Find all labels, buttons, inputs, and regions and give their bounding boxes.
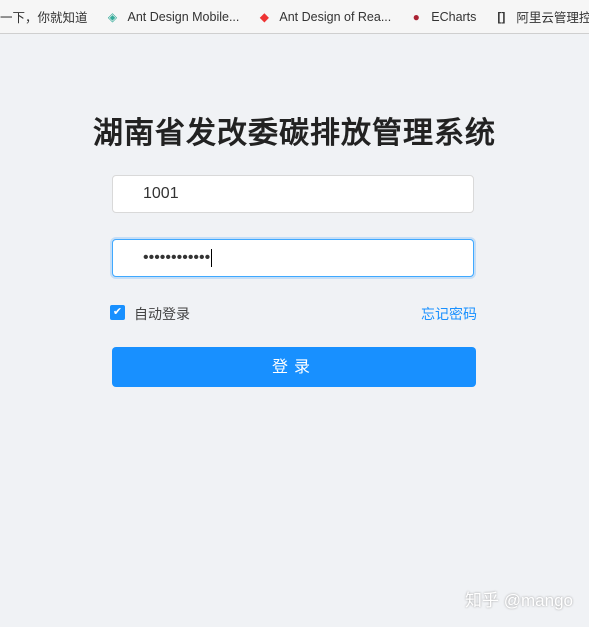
bookmark-baidu[interactable]: 一下，你就知道 xyxy=(0,7,88,26)
forgot-password-link[interactable]: 忘记密码 xyxy=(421,304,477,324)
remember-checkbox[interactable]: ✔ xyxy=(110,305,125,320)
text-caret xyxy=(211,248,213,267)
bookmark-ant-design[interactable]: ◆ Ant Design of Rea... xyxy=(257,9,392,24)
password-value: •••••••••••• xyxy=(143,249,211,266)
bookmark-label: Ant Design of Rea... xyxy=(279,9,392,24)
bookmark-echarts[interactable]: ● ECharts xyxy=(409,9,477,24)
bookmark-aliyun[interactable]: [] 阿里云管理控制 xyxy=(494,7,589,26)
login-button[interactable]: 登录 xyxy=(112,347,476,387)
bookmarks-bar: 一下，你就知道 ◈ Ant Design Mobile... ◆ Ant Desig… xyxy=(0,0,589,34)
bookmark-ant-mobile[interactable]: ◈ Ant Design Mobile... xyxy=(106,9,240,24)
ant-mobile-icon: ◈ xyxy=(107,9,118,24)
password-input[interactable]: •••••••••••• xyxy=(112,239,474,277)
bookmark-label: 一下，你就知道 xyxy=(0,11,88,25)
watermark: 知乎 @mango xyxy=(465,591,573,610)
bookmark-label: ECharts xyxy=(431,9,477,24)
echarts-icon: ● xyxy=(412,9,420,24)
bookmark-label: 阿里云管理控制 xyxy=(516,11,589,25)
page-title: 湖南省发改委碳排放管理系统 xyxy=(93,117,496,150)
remember-label[interactable]: 自动登录 xyxy=(134,304,190,324)
aliyun-icon: [] xyxy=(497,9,506,24)
bookmark-label: Ant Design Mobile... xyxy=(127,9,240,24)
ant-design-icon: ◆ xyxy=(259,9,269,24)
username-input[interactable]: 1001 xyxy=(112,175,474,213)
